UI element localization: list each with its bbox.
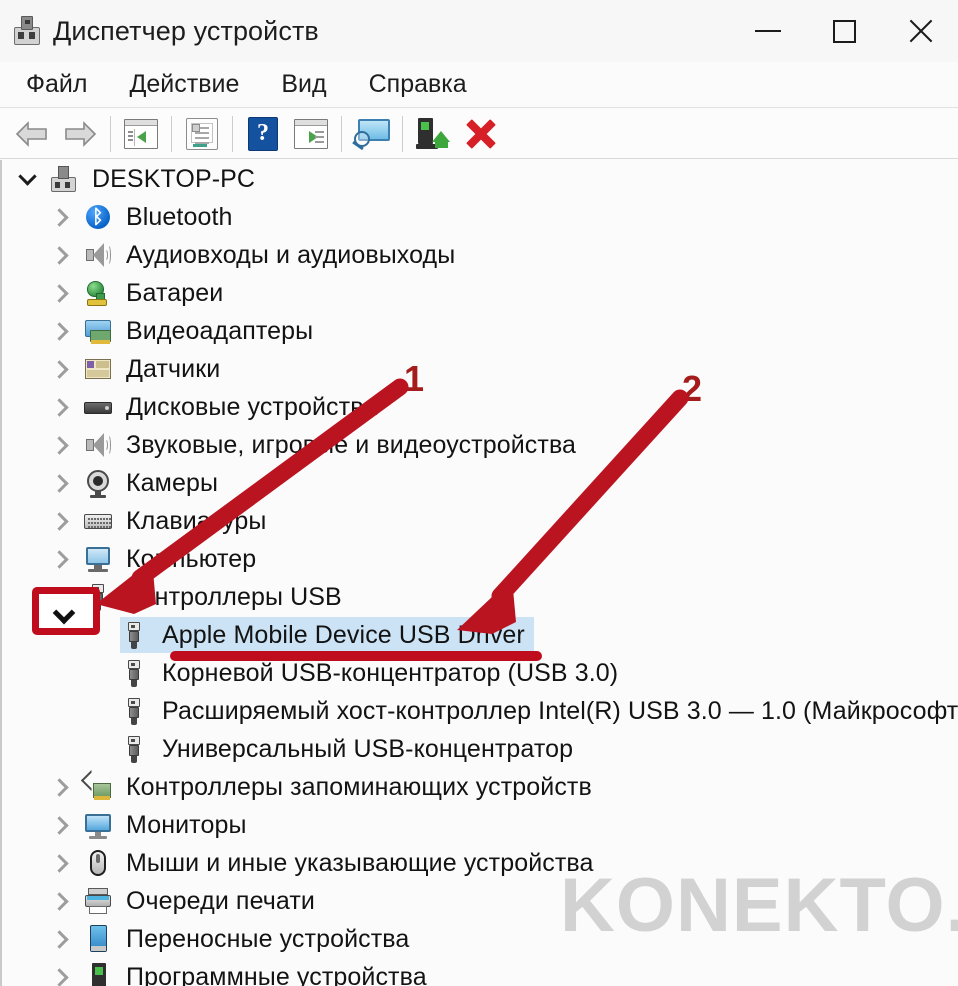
- annotation-arrow-1: [96, 378, 409, 614]
- annotation-highlight-box: [32, 587, 100, 635]
- annotation-arrows: [96, 378, 689, 634]
- annotation-underline: [170, 651, 542, 661]
- annotation-arrow-2: [457, 389, 689, 634]
- device-manager-window: Диспетчер устройств Файл Действие Вид Сп…: [0, 0, 958, 986]
- chevron-down-icon: [52, 601, 76, 625]
